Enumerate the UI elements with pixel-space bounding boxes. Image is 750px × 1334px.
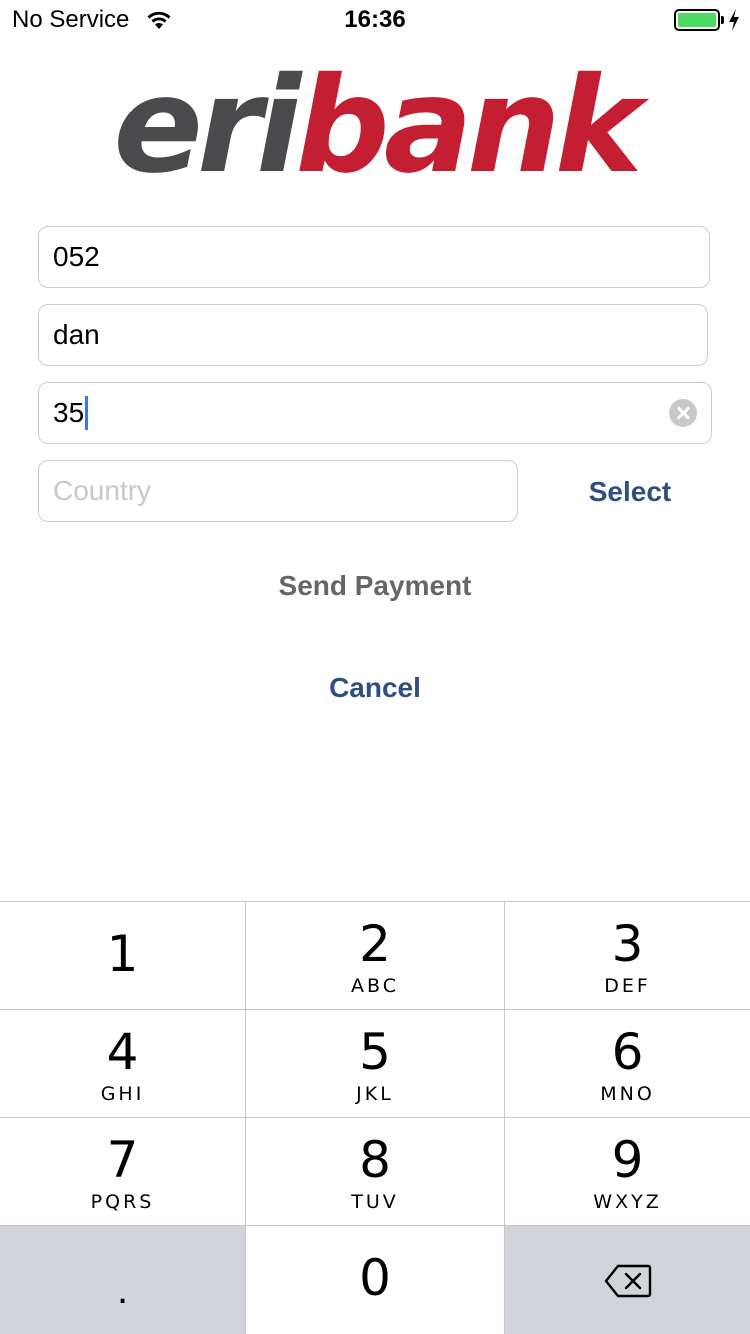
key-4-letters: GHI xyxy=(100,1083,145,1105)
key-8-digit: 8 xyxy=(359,1131,391,1189)
key-1[interactable]: 1 xyxy=(0,902,245,1009)
text-cursor xyxy=(85,396,89,430)
clock: 16:36 xyxy=(344,6,406,33)
bank-logo: eribank xyxy=(0,56,750,196)
key-decimal-symbol: . xyxy=(116,1268,129,1312)
key-9-letters: WXYZ xyxy=(593,1191,662,1213)
key-6[interactable]: 6 MNO xyxy=(505,1010,750,1117)
key-6-letters: MNO xyxy=(600,1083,655,1105)
key-2-letters: ABC xyxy=(351,975,399,997)
key-7-letters: PQRS xyxy=(90,1191,155,1213)
key-3[interactable]: 3 DEF xyxy=(505,902,750,1009)
key-7[interactable]: 7 PQRS xyxy=(0,1118,245,1225)
active-text-field-value: 35 xyxy=(53,397,85,428)
send-payment-button[interactable]: Send Payment xyxy=(0,564,750,608)
key-2[interactable]: 2 ABC xyxy=(246,902,504,1009)
active-text-field[interactable]: 35 xyxy=(38,382,712,444)
name-field[interactable]: dan xyxy=(38,304,708,366)
text-field-1-value: 052 xyxy=(53,241,100,272)
key-0-digit: 0 xyxy=(359,1249,391,1307)
key-2-digit: 2 xyxy=(359,915,391,973)
battery-level xyxy=(678,13,716,27)
key-3-letters: DEF xyxy=(604,975,651,997)
name-field-value: dan xyxy=(53,319,100,350)
key-6-digit: 6 xyxy=(611,1023,644,1081)
key-9-digit: 9 xyxy=(611,1131,644,1189)
key-5-letters: JKL xyxy=(356,1083,394,1105)
key-9[interactable]: 9 WXYZ xyxy=(505,1118,750,1225)
select-country-button[interactable]: Select xyxy=(560,470,700,514)
key-8-letters: TUV xyxy=(351,1191,399,1213)
key-decimal[interactable]: . xyxy=(0,1226,245,1334)
country-field[interactable]: Country xyxy=(38,460,518,522)
text-field-1[interactable]: 052 xyxy=(38,226,710,288)
key-backspace[interactable] xyxy=(505,1226,750,1334)
key-5[interactable]: 5 JKL xyxy=(246,1010,504,1117)
key-8[interactable]: 8 TUV xyxy=(246,1118,504,1225)
battery-tip xyxy=(721,16,724,24)
country-placeholder: Country xyxy=(53,475,152,506)
key-5-digit: 5 xyxy=(359,1023,391,1081)
key-0[interactable]: 0 xyxy=(246,1226,504,1334)
clear-text-icon[interactable] xyxy=(669,399,697,427)
key-1-digit: 1 xyxy=(106,925,139,983)
numeric-keypad: 1 2 ABC 3 DEF 4 GHI 5 JKL 6 MNO 7 PQRS 8… xyxy=(0,901,750,1334)
key-4[interactable]: 4 GHI xyxy=(0,1010,245,1117)
logo-part-eri: eri xyxy=(113,49,301,203)
logo-part-bank: bank xyxy=(295,49,642,203)
key-4-digit: 4 xyxy=(106,1023,139,1081)
battery-icon xyxy=(674,9,720,31)
key-3-digit: 3 xyxy=(611,915,644,973)
charging-bolt-icon xyxy=(729,9,739,31)
cancel-button[interactable]: Cancel xyxy=(0,666,750,710)
key-7-digit: 7 xyxy=(106,1131,139,1189)
backspace-icon xyxy=(604,1264,652,1298)
status-bar: No Service 16:36 xyxy=(0,0,750,40)
